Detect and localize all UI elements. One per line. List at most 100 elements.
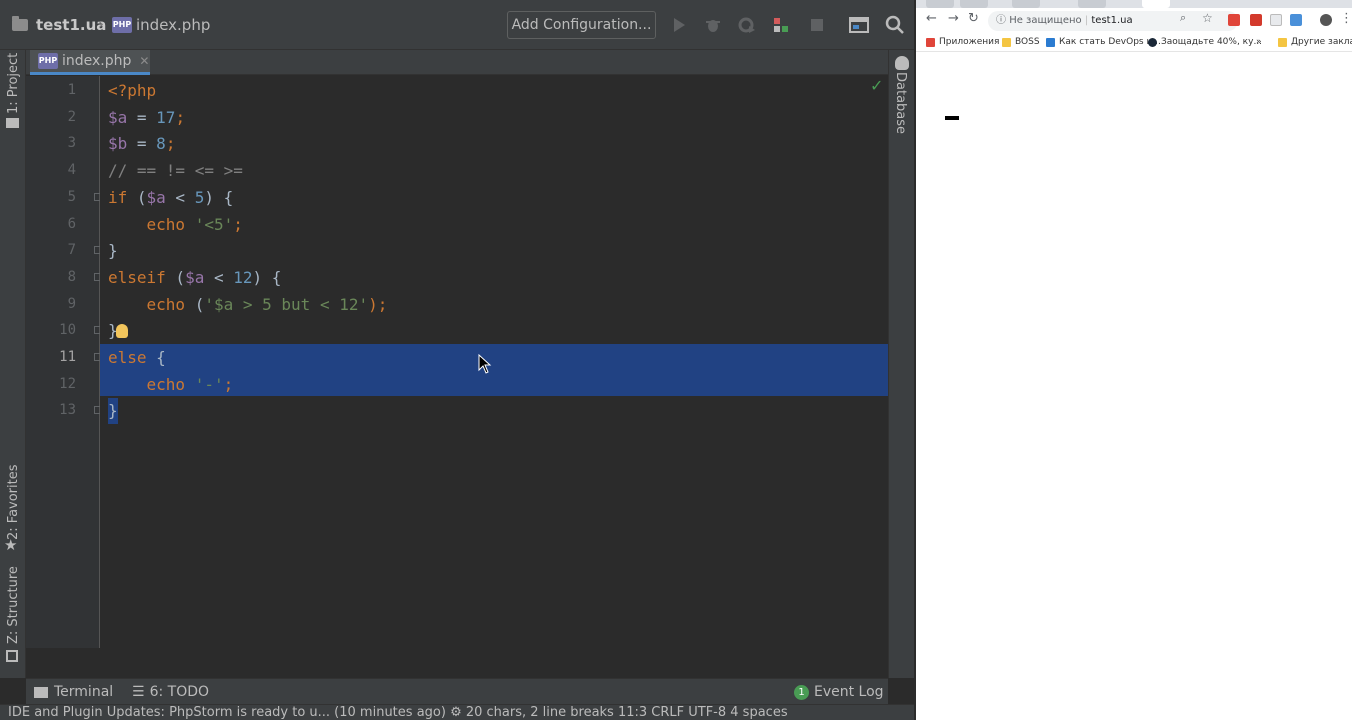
bookmark-star-icon[interactable]: ☆ xyxy=(1202,11,1213,25)
browser-tab[interactable] xyxy=(1078,0,1106,8)
code-editor[interactable]: <?php $a = 17; $b = 8;// == != <= >= if ($a… xyxy=(100,76,888,648)
code-line[interactable]: echo '-'; xyxy=(108,371,234,398)
line-number: 3 xyxy=(67,135,76,152)
url-text: test1.ua xyxy=(1091,15,1133,26)
code-line[interactable]: else { xyxy=(108,344,166,371)
code-token: if xyxy=(108,187,128,207)
terminal-label: Terminal xyxy=(54,684,114,700)
code-token: } xyxy=(108,401,118,421)
stop-icon[interactable] xyxy=(806,14,828,36)
menu-icon[interactable]: ⋮ xyxy=(1340,11,1352,26)
code-line[interactable]: } xyxy=(108,397,118,424)
breadcrumb-file[interactable]: PHP index.php xyxy=(112,15,210,35)
intention-bulb-icon[interactable] xyxy=(116,324,128,338)
code-line[interactable]: // == != <= >= xyxy=(108,157,243,184)
left-tool-strip: 1: Project 2: Favorites ★ Z: Structure xyxy=(0,50,26,678)
extension-icon[interactable] xyxy=(1270,14,1282,26)
code-line[interactable]: <?php xyxy=(108,77,156,104)
search-icon[interactable] xyxy=(884,14,906,36)
line-number: 2 xyxy=(67,108,76,125)
code-line[interactable]: $b = 8; xyxy=(108,130,175,157)
tool-database[interactable]: Database xyxy=(893,72,908,134)
run-icon[interactable] xyxy=(668,14,690,36)
tool-window-bar: Terminal ☰ 6: TODO 1 Event Log xyxy=(26,678,888,704)
browser-tab[interactable] xyxy=(1012,0,1040,8)
code-token: '-' xyxy=(194,374,224,394)
code-line[interactable]: echo '<5'; xyxy=(108,211,243,238)
terminal-tool[interactable]: Terminal xyxy=(34,679,113,705)
todo-tool[interactable]: ☰ 6: TODO xyxy=(132,679,209,705)
bookmark-devops[interactable]: Как стать DevOps и... xyxy=(1046,37,1161,47)
project-structure-icon[interactable] xyxy=(848,14,870,36)
breadcrumb-project[interactable]: test1.ua xyxy=(12,15,106,35)
folder-icon xyxy=(1002,37,1011,47)
code-token: ) { xyxy=(204,187,234,207)
breadcrumb-separator: › xyxy=(98,15,104,33)
event-log-tool[interactable]: 1 Event Log xyxy=(794,679,884,705)
bookmark-steam[interactable]: Заощадьте 40%, ку... xyxy=(1148,37,1262,47)
bookmark-boss[interactable]: BOSS xyxy=(1002,37,1040,47)
steam-icon xyxy=(1148,37,1157,47)
breadcrumb-file-label: index.php xyxy=(136,16,211,34)
event-count-badge: 1 xyxy=(794,684,809,700)
code-line[interactable]: } xyxy=(108,237,118,264)
debug-icon[interactable] xyxy=(702,14,724,36)
mouse-cursor-icon xyxy=(478,353,492,378)
inspection-ok-icon[interactable]: ✓ xyxy=(870,76,883,95)
tool-structure[interactable]: Z: Structure xyxy=(6,566,21,644)
build-icon[interactable] xyxy=(770,14,792,36)
code-token: echo xyxy=(108,214,195,234)
code-token: elseif xyxy=(108,267,166,287)
coverage-icon[interactable] xyxy=(736,14,758,36)
bookmarks-overflow[interactable]: » xyxy=(1256,37,1262,47)
browser-tab[interactable] xyxy=(960,0,988,8)
bookmark-other[interactable]: Другие закладки xyxy=(1278,37,1352,47)
extension-icon[interactable] xyxy=(1250,14,1262,26)
code-line[interactable]: if ($a < 5) { xyxy=(108,184,233,211)
code-token: 5 xyxy=(194,187,205,207)
code-line[interactable]: elseif ($a < 12) { xyxy=(108,264,281,291)
bookmark-apps[interactable]: Приложения xyxy=(926,37,999,47)
structure-icon xyxy=(6,650,18,662)
event-log-label: Event Log xyxy=(814,684,884,700)
browser-tab[interactable] xyxy=(926,0,954,8)
code-line[interactable]: $a = 17; xyxy=(108,104,185,131)
tool-project[interactable]: 1: Project xyxy=(6,53,21,114)
add-configuration-button[interactable]: Add Configuration... xyxy=(507,11,656,39)
status-bar: IDE and Plugin Updates: PhpStorm is read… xyxy=(0,704,914,720)
tab-index-php[interactable]: PHP index.php ✕ xyxy=(30,50,150,75)
close-tab-icon[interactable]: ✕ xyxy=(139,54,149,68)
back-icon[interactable]: ← xyxy=(926,11,937,26)
database-icon xyxy=(895,56,909,70)
adblock-extension-icon[interactable] xyxy=(1228,14,1240,26)
code-token: ; xyxy=(175,107,186,127)
code-token: echo xyxy=(108,294,195,314)
line-number: 12 xyxy=(59,375,76,392)
browser-tab-active[interactable] xyxy=(1142,0,1170,8)
code-token: } xyxy=(108,241,118,261)
code-token: // == != <= >= xyxy=(108,161,243,181)
tool-favorites[interactable]: 2: Favorites xyxy=(6,464,21,540)
code-line[interactable]: echo ('$a > 5 but < 12'); xyxy=(108,291,388,318)
code-token: = xyxy=(127,107,157,127)
code-token: $a xyxy=(108,107,128,127)
apps-grid-icon xyxy=(926,37,935,47)
profile-avatar[interactable] xyxy=(1320,14,1332,26)
extension-icon[interactable] xyxy=(1290,14,1302,26)
address-bar[interactable]: ⓘ Не защищено | test1.ua xyxy=(988,11,1238,31)
browser-toolbar: ← → ↻ ⓘ Не защищено | test1.ua ⌕ ☆ ⋮ xyxy=(916,8,1352,34)
code-token: $b xyxy=(108,134,128,154)
forward-icon[interactable]: → xyxy=(948,11,959,26)
code-token: ); xyxy=(368,294,388,314)
page-output: - xyxy=(945,116,959,120)
code-token: echo xyxy=(108,374,195,394)
code-token: ; xyxy=(165,134,176,154)
line-number: 6 xyxy=(67,215,76,232)
code-token: 12 xyxy=(233,267,253,287)
code-token: < xyxy=(204,267,234,287)
zoom-icon[interactable]: ⌕ xyxy=(1180,11,1186,25)
line-number: 7 xyxy=(67,242,76,259)
code-token: ( xyxy=(165,267,186,287)
reload-icon[interactable]: ↻ xyxy=(968,11,979,26)
line-number: 10 xyxy=(59,322,76,339)
